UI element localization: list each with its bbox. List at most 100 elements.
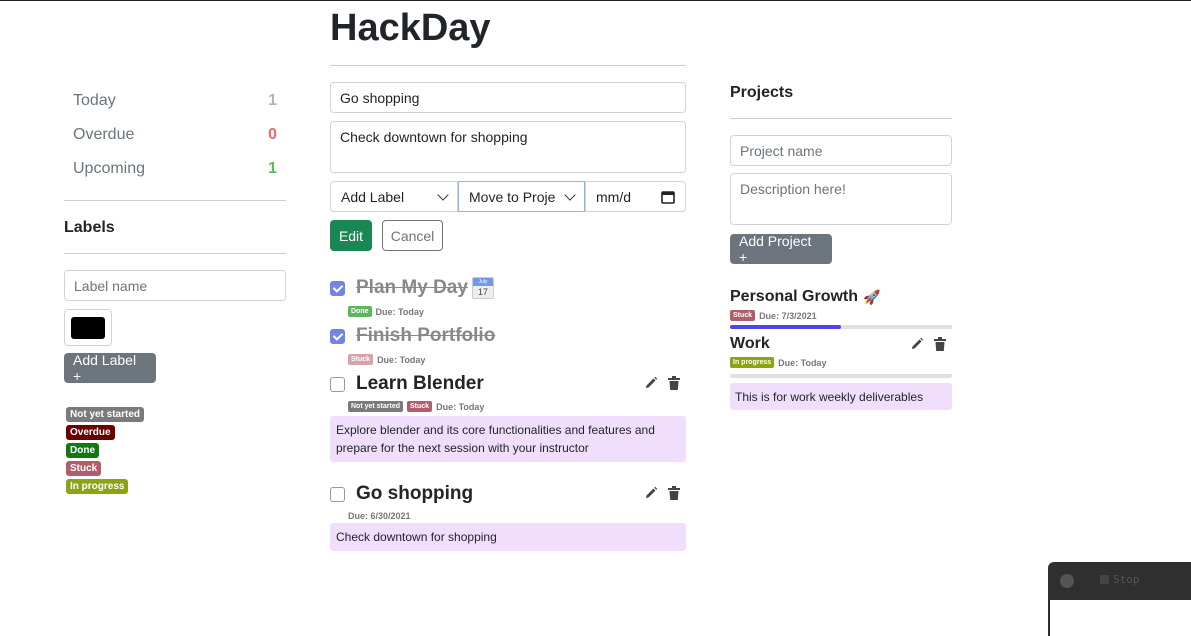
nav-today-label: Today [73,92,116,109]
task-actions [644,486,680,500]
calendar-month: July [472,278,493,286]
calendar-icon[interactable] [661,190,675,204]
stop-icon [1100,575,1109,584]
divider [730,118,952,119]
nav-overdue-label: Overdue [73,126,135,143]
divider [64,200,286,201]
label-overdue[interactable]: Overdue [66,425,115,440]
project-actions [910,337,946,351]
project-due: Due: 7/3/2021 [759,310,817,321]
task-actions [644,376,680,390]
calendar-day: 17 [472,286,493,298]
task-checkbox[interactable] [330,328,345,344]
cancel-button[interactable]: Cancel [382,220,443,251]
task-description-textarea[interactable]: Check downtown for shopping [330,121,686,173]
task-title[interactable]: Finish Portfolio [356,325,495,347]
label-color-picker[interactable] [64,309,112,346]
trash-icon[interactable] [668,486,680,500]
floating-recorder-window: Stop [1048,562,1191,636]
calendar-emoji-icon: July 17 [471,277,494,299]
task-due: Due: Today [377,354,426,365]
task-item: Learn Blender Not yet started Stuck Due:… [330,372,686,462]
labels-title: Labels [64,219,115,236]
project-name-input[interactable]: Project name [730,135,952,166]
nav-list: Today 1 Overdue 0 Upcoming 1 [64,84,286,186]
nav-upcoming-label: Upcoming [73,160,146,177]
task-item: Finish Portfolio Stuck Due: Today [330,324,686,365]
task-description: Check downtown for shopping [330,523,686,551]
divider [330,65,686,66]
task-due: Due: 6/30/2021 [348,511,411,521]
sidebar: Today 1 Overdue 0 Upcoming 1 Labels Labe… [64,84,286,494]
color-swatch [71,316,105,339]
project-progress-bar [730,374,952,378]
pencil-icon[interactable] [644,486,658,500]
task-title-input[interactable]: Go shopping [330,82,686,113]
progress-fill [730,325,841,329]
due-date-input[interactable]: mm/d [585,181,686,212]
label-not-yet-started[interactable]: Not yet started [66,407,145,422]
stop-label: Stop [1113,573,1140,586]
nav-upcoming[interactable]: Upcoming 1 [64,152,286,186]
add-project-button[interactable]: Add Project + [730,233,832,265]
nav-overdue[interactable]: Overdue 0 [64,118,286,152]
project-item: Work In progress Due: Today This is for … [730,335,952,410]
task-item: Plan My Day July 17 Done Due: Today [330,276,686,317]
project-name[interactable]: Personal Growth [730,288,858,306]
task-checkbox[interactable] [330,280,345,296]
pencil-icon[interactable] [910,337,924,351]
page-title: HackDay [330,7,491,49]
project-progress-bar [730,325,952,329]
chevron-down-icon [564,188,576,201]
due-date-placeholder: mm/d [596,188,631,205]
label-in-progress[interactable]: In progress [66,479,129,494]
editor-actions: Edit Cancel [330,220,443,251]
move-to-project-select[interactable]: Move to Proje [458,181,585,212]
task-title[interactable]: Learn Blender [356,373,484,395]
project-description: This is for work weekly deliverables [730,383,952,410]
label-list: Not yet started Overdue Done Stuck In pr… [66,407,286,494]
task-checkbox[interactable] [330,376,345,392]
chevron-down-icon [437,188,449,201]
add-label-button[interactable]: Add Label + [64,352,156,384]
project-description-textarea[interactable]: Description here! [730,173,952,225]
edit-button[interactable]: Edit [330,220,372,251]
nav-upcoming-count: 1 [268,160,277,177]
projects-title: Projects [730,84,794,101]
status-badge: In progress [730,357,775,368]
task-title[interactable]: Plan My Day [356,277,468,299]
task-description: Explore blender and its core functionali… [330,416,686,462]
task-title[interactable]: Go shopping [356,483,473,505]
nav-overdue-count: 0 [268,126,277,143]
trash-icon[interactable] [668,376,680,390]
project-name[interactable]: Work [730,335,770,352]
status-badge: Done [348,306,372,317]
project-item: Personal Growth 🚀 Stuck Due: 7/3/2021 [730,288,952,329]
nav-today[interactable]: Today 1 [64,84,286,118]
task-options-row: Add Label Move to Proje mm/d [330,181,686,212]
divider [64,253,286,254]
status-badge: Stuck [348,354,374,365]
label-done[interactable]: Done [66,443,99,458]
task-item: Go shopping Due: 6/30/2021 Check downtow… [330,482,686,551]
trash-icon[interactable] [934,337,946,351]
add-label-select-value: Add Label [341,188,405,205]
nav-today-count: 1 [268,92,277,109]
label-name-input[interactable]: Label name [64,270,286,301]
label-stuck[interactable]: Stuck [66,461,102,476]
pencil-icon[interactable] [644,376,658,390]
projects-panel: Projects Project name Description here! … [730,80,952,410]
task-due: Due: Today [436,401,485,412]
status-badge: Not yet started [348,401,404,412]
add-label-select[interactable]: Add Label [330,181,458,212]
status-badge: Stuck [730,310,756,321]
top-border [0,0,1191,1]
window-dot[interactable] [1060,574,1074,588]
status-badge: Stuck [407,401,433,412]
stop-button[interactable]: Stop [1100,573,1140,586]
move-to-project-value: Move to Proje [469,188,556,205]
task-due: Due: Today [375,306,424,317]
rocket-icon: 🚀 [863,288,881,305]
floating-window-body [1050,600,1191,636]
task-checkbox[interactable] [330,486,345,502]
